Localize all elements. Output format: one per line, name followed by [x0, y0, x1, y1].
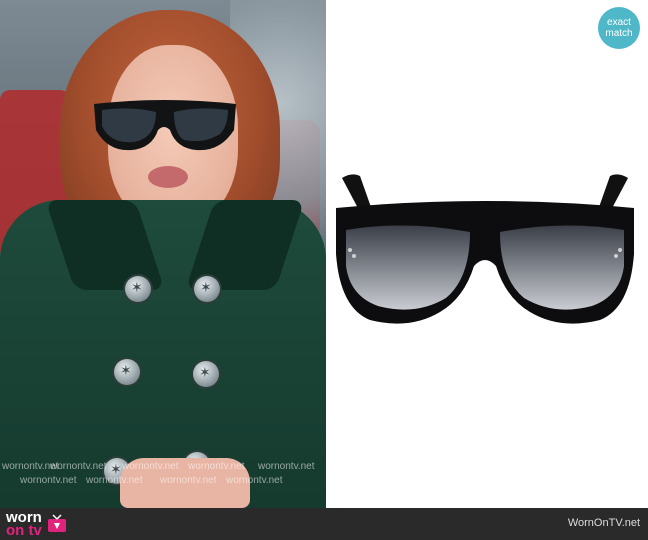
- watermark: wornontv.net: [122, 461, 179, 472]
- coat-button: [125, 276, 151, 302]
- tv-icon: [47, 514, 66, 532]
- coat-button: [194, 276, 220, 302]
- watermark: wornontv.net: [20, 475, 77, 486]
- footer-bar: [0, 508, 648, 540]
- watermark: wornontv.net: [86, 475, 143, 486]
- watermark: wornontv.net: [258, 461, 315, 472]
- lips: [148, 166, 188, 188]
- coat-button: [193, 361, 219, 387]
- badge-line: exact: [607, 17, 631, 28]
- watermark: wornontv.net: [160, 475, 217, 486]
- wornontv-logo[interactable]: worn on tv: [6, 510, 68, 539]
- logo-on-tv: on tv: [6, 522, 42, 539]
- watermark: wornontv.net: [226, 475, 283, 486]
- badge-line: match: [605, 28, 633, 39]
- site-name: WornOnTV.net: [567, 517, 640, 529]
- coat-button: [114, 359, 140, 385]
- character-photo: wornontv.net wornontv.net wornontv.net w…: [0, 0, 326, 508]
- exact-match-badge: exact match: [598, 7, 640, 49]
- worn-sunglasses: [94, 100, 236, 151]
- watermark: wornontv.net: [188, 461, 245, 472]
- watermark: wornontv.net: [50, 461, 107, 472]
- product-sunglasses: [336, 174, 634, 324]
